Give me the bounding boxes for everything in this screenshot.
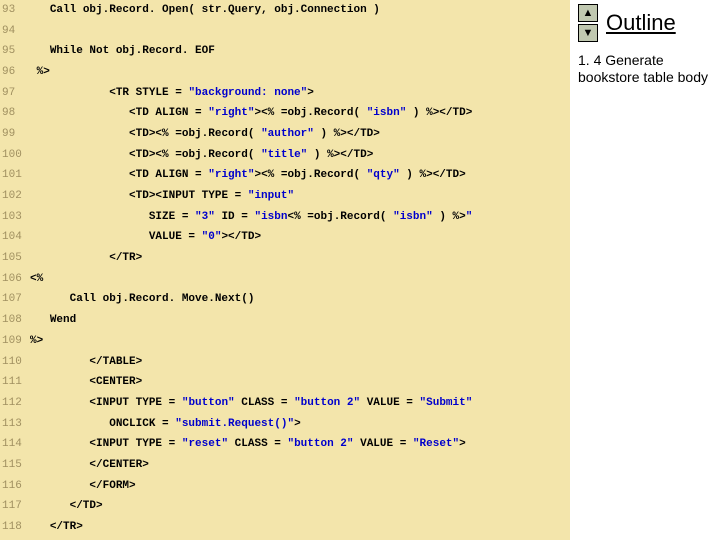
- nav-arrows: ▲ ▼: [578, 4, 598, 42]
- code-text: Call obj.Record. Move.Next(): [30, 294, 254, 305]
- code-text: </FORM>: [30, 481, 136, 492]
- line-number: 104: [0, 232, 30, 243]
- code-line: 117 </TD>: [0, 497, 570, 518]
- code-text: Call obj.Record. Open( str.Query, obj.Co…: [30, 5, 380, 16]
- code-line: 118 </TR>: [0, 517, 570, 538]
- code-line: 103 SIZE = "3" ID = "isbn<% =obj.Record(…: [0, 207, 570, 228]
- line-number: 98: [0, 108, 30, 119]
- outline-title: Outline: [606, 10, 676, 36]
- code-line: 102 <TD><INPUT TYPE = "input": [0, 186, 570, 207]
- code-line: 99 <TD><% =obj.Record( "author" ) %></TD…: [0, 124, 570, 145]
- code-line: 97 <TR STYLE = "background: none">: [0, 83, 570, 104]
- line-number: 112: [0, 398, 30, 409]
- code-text: <INPUT TYPE = "reset" CLASS = "button 2"…: [30, 439, 466, 450]
- line-number: 97: [0, 88, 30, 99]
- code-line: 95 While Not obj.Record. EOF: [0, 41, 570, 62]
- outline-item[interactable]: 1. 4 Generate bookstore table body: [578, 52, 720, 86]
- code-text: </TR>: [30, 522, 83, 533]
- code-text: <TD><% =obj.Record( "author" ) %></TD>: [30, 129, 380, 140]
- line-number: 96: [0, 67, 30, 78]
- code-text: </CENTER>: [30, 460, 149, 471]
- code-text: <TD><INPUT TYPE = "input": [30, 191, 294, 202]
- line-number: 101: [0, 170, 30, 181]
- code-text: While Not obj.Record. EOF: [30, 46, 215, 57]
- code-text: <TD ALIGN = "right"><% =obj.Record( "qty…: [30, 170, 466, 181]
- code-line: 100 <TD><% =obj.Record( "title" ) %></TD…: [0, 145, 570, 166]
- line-number: 114: [0, 439, 30, 450]
- code-line: 98 <TD ALIGN = "right"><% =obj.Record( "…: [0, 103, 570, 124]
- code-line: 116 </FORM>: [0, 476, 570, 497]
- code-line: 104 VALUE = "0"></TD>: [0, 228, 570, 249]
- code-line: 94: [0, 21, 570, 42]
- arrow-down-icon[interactable]: ▼: [578, 24, 598, 42]
- line-number: 99: [0, 129, 30, 140]
- code-line: 108 Wend: [0, 310, 570, 331]
- code-text: ONCLICK = "submit.Request()">: [30, 419, 301, 430]
- line-number: 105: [0, 253, 30, 264]
- code-text: </TR>: [30, 253, 142, 264]
- line-number: 109: [0, 336, 30, 347]
- code-text: <TR STYLE = "background: none">: [30, 88, 314, 99]
- code-text: <TD><% =obj.Record( "title" ) %></TD>: [30, 150, 373, 161]
- outline-panel: ▲ ▼ Outline 1. 4 Generate bookstore tabl…: [576, 0, 720, 540]
- code-text: <%: [30, 274, 43, 285]
- code-text: <CENTER>: [30, 377, 142, 388]
- code-line: 106<%: [0, 269, 570, 290]
- line-number: 93: [0, 5, 30, 16]
- code-line: 107 Call obj.Record. Move.Next(): [0, 290, 570, 311]
- code-text: Wend: [30, 315, 76, 326]
- line-number: 94: [0, 26, 30, 37]
- line-number: 118: [0, 522, 30, 533]
- code-text: <INPUT TYPE = "button" CLASS = "button 2…: [30, 398, 472, 409]
- line-number: 107: [0, 294, 30, 305]
- code-text: %>: [30, 336, 43, 347]
- code-line: 96 %>: [0, 62, 570, 83]
- arrow-up-icon[interactable]: ▲: [578, 4, 598, 22]
- line-number: 106: [0, 274, 30, 285]
- line-number: 100: [0, 150, 30, 161]
- line-number: 111: [0, 377, 30, 388]
- line-number: 115: [0, 460, 30, 471]
- code-text: <TD ALIGN = "right"><% =obj.Record( "isb…: [30, 108, 472, 119]
- code-line: 93 Call obj.Record. Open( str.Query, obj…: [0, 0, 570, 21]
- code-text: SIZE = "3" ID = "isbn<% =obj.Record( "is…: [30, 212, 472, 223]
- code-line: 105 </TR>: [0, 248, 570, 269]
- code-text: </TABLE>: [30, 357, 142, 368]
- line-number: 108: [0, 315, 30, 326]
- code-line: 110 </TABLE>: [0, 352, 570, 373]
- code-line: 114 <INPUT TYPE = "reset" CLASS = "butto…: [0, 434, 570, 455]
- code-line: 101 <TD ALIGN = "right"><% =obj.Record( …: [0, 166, 570, 187]
- line-number: 103: [0, 212, 30, 223]
- code-line: 115 </CENTER>: [0, 455, 570, 476]
- code-text: %>: [30, 67, 50, 78]
- code-line: 112 <INPUT TYPE = "button" CLASS = "butt…: [0, 393, 570, 414]
- code-line: 109%>: [0, 331, 570, 352]
- code-text: VALUE = "0"></TD>: [30, 232, 261, 243]
- line-number: 117: [0, 501, 30, 512]
- line-number: 110: [0, 357, 30, 368]
- line-number: 102: [0, 191, 30, 202]
- code-text: </TD>: [30, 501, 103, 512]
- line-number: 95: [0, 46, 30, 57]
- line-number: 116: [0, 481, 30, 492]
- code-line: 113 ONCLICK = "submit.Request()">: [0, 414, 570, 435]
- code-panel: 93 Call obj.Record. Open( str.Query, obj…: [0, 0, 570, 540]
- line-number: 113: [0, 419, 30, 430]
- code-line: 111 <CENTER>: [0, 372, 570, 393]
